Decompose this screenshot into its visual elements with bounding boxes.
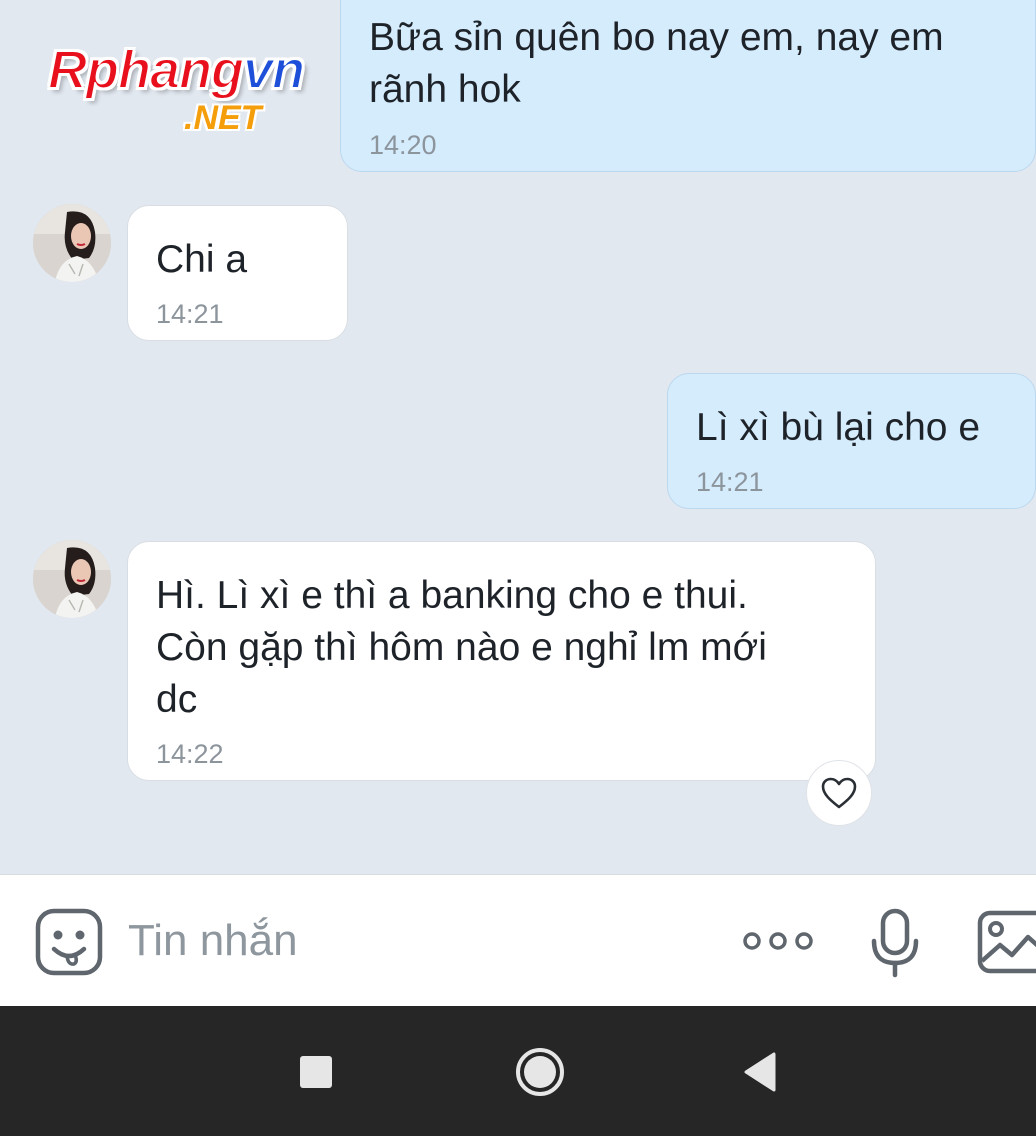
- back-icon: [744, 1052, 776, 1092]
- image-button[interactable]: [976, 907, 1036, 975]
- heart-outline-icon: [821, 777, 857, 809]
- more-options-button[interactable]: [740, 925, 820, 957]
- message-time: 14:22: [156, 739, 224, 769]
- message-bubble-incoming[interactable]: Chi a 14:21: [127, 205, 348, 341]
- sticker-icon: [35, 908, 103, 976]
- reaction-button[interactable]: [806, 760, 872, 826]
- recent-apps-icon: [300, 1056, 332, 1088]
- message-text: Hì. Lì xì e thì a banking cho e thui. Cò…: [156, 574, 767, 721]
- message-text: Bữa sỉn quên bo nay em, nay em rãnh hok: [369, 16, 944, 111]
- watermark-logo: Rphangvn .NET: [47, 39, 368, 140]
- microphone-button[interactable]: [868, 907, 922, 979]
- message-time: 14:20: [369, 130, 437, 160]
- more-options-icon: [743, 932, 813, 950]
- message-text: Chi a: [156, 238, 248, 281]
- image-icon: [977, 910, 1036, 974]
- message-bubble-outgoing[interactable]: Bữa sỉn quên bo nay em, nay em rãnh hok …: [340, 0, 1036, 172]
- message-time: 14:21: [696, 467, 764, 497]
- message-text: Lì xì bù lại cho e: [696, 406, 981, 449]
- avatar-image: [33, 540, 111, 618]
- chat-area[interactable]: Rphangvn .NET Bữa sỉn quên bo nay em, na…: [0, 0, 1036, 874]
- recent-apps-button[interactable]: [280, 1036, 352, 1108]
- sticker-button[interactable]: [34, 907, 104, 977]
- message-composer: Tin nhắn: [0, 874, 1036, 1006]
- watermark-brand: Rphangvn: [47, 39, 306, 101]
- message-input[interactable]: Tin nhắn: [128, 911, 688, 971]
- avatar-image: [33, 204, 111, 282]
- microphone-icon: [871, 908, 919, 978]
- home-icon: [516, 1048, 564, 1096]
- message-bubble-outgoing[interactable]: Lì xì bù lại cho e 14:21: [667, 373, 1036, 509]
- contact-avatar[interactable]: [33, 204, 111, 282]
- message-bubble-incoming[interactable]: Hì. Lì xì e thì a banking cho e thui. Cò…: [127, 541, 876, 781]
- back-button[interactable]: [724, 1036, 796, 1108]
- watermark-suffix: .NET: [184, 99, 262, 137]
- home-button[interactable]: [504, 1036, 576, 1108]
- message-time: 14:21: [156, 299, 224, 329]
- system-navigation-bar: [0, 1006, 1036, 1136]
- contact-avatar[interactable]: [33, 540, 111, 618]
